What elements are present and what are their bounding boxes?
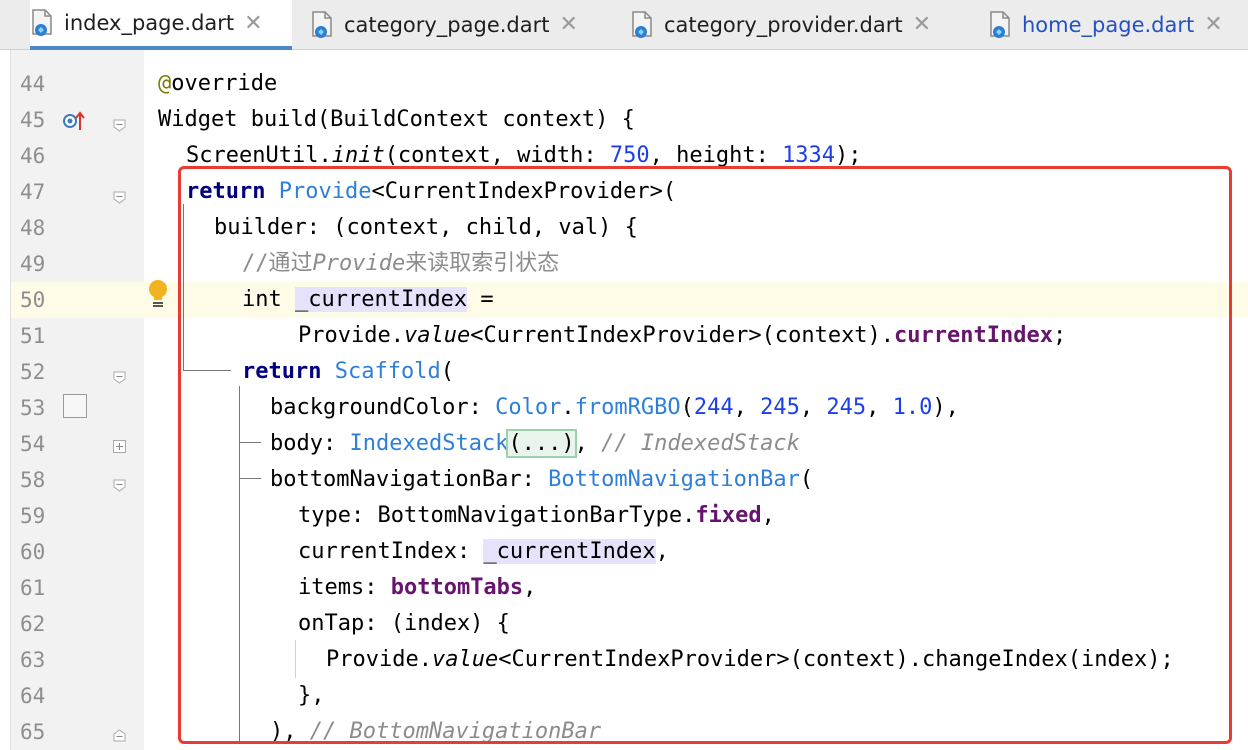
line-number: 49 — [20, 252, 46, 276]
line-number: 62 — [20, 612, 46, 636]
tab-category-provider[interactable]: category_provider.dart ✕ — [630, 0, 931, 49]
close-icon[interactable]: ✕ — [560, 12, 578, 37]
fold-icon[interactable] — [113, 117, 126, 132]
fold-icon[interactable] — [113, 438, 126, 453]
line-number: 59 — [20, 504, 46, 528]
line-number: 52 — [20, 360, 46, 384]
line-number: 50 — [20, 288, 46, 312]
fold-icon[interactable] — [113, 189, 126, 204]
tab-home-page[interactable]: home_page.dart ✕ — [988, 0, 1223, 49]
close-icon[interactable]: ✕ — [244, 11, 262, 36]
line-number: 61 — [20, 576, 46, 600]
fold-icon[interactable] — [113, 477, 126, 492]
tab-category-page[interactable]: category_page.dart ✕ — [310, 0, 578, 49]
dart-file-icon — [310, 10, 336, 40]
line-number: 46 — [20, 144, 46, 168]
dart-file-icon — [988, 10, 1014, 40]
line-number: 48 — [20, 216, 46, 240]
dart-file-icon — [30, 8, 56, 38]
tab-label: category_provider.dart — [664, 12, 903, 37]
highlight-annotation-box — [178, 166, 1232, 744]
dart-file-icon — [630, 10, 656, 40]
tab-label: category_page.dart — [344, 12, 550, 37]
override-marker-icon[interactable] — [62, 110, 86, 132]
lightbulb-icon[interactable] — [146, 278, 170, 308]
close-icon[interactable]: ✕ — [1204, 12, 1222, 37]
line-number: 54 — [20, 432, 46, 456]
fold-icon[interactable] — [113, 369, 126, 384]
line-number: 63 — [20, 648, 46, 672]
code-line-44[interactable]: @override — [158, 66, 277, 102]
line-number: 64 — [20, 684, 46, 708]
line-number: 51 — [20, 324, 46, 348]
tab-index-page[interactable]: index_page.dart ✕ — [30, 0, 292, 50]
line-number: 65 — [20, 720, 46, 744]
line-number: 47 — [20, 180, 46, 204]
tab-label: index_page.dart — [64, 11, 235, 35]
color-preview-swatch[interactable] — [63, 394, 87, 418]
line-number: 58 — [20, 468, 46, 492]
line-number: 44 — [20, 72, 46, 96]
line-number: 60 — [20, 540, 46, 564]
tab-label: home_page.dart — [1022, 12, 1195, 37]
fold-icon[interactable] — [113, 727, 126, 742]
code-line-45[interactable]: Widget build(BuildContext context) { — [158, 102, 635, 138]
close-icon[interactable]: ✕ — [913, 12, 931, 37]
editor-tab-bar: index_page.dart ✕ category_page.dart ✕ c… — [0, 0, 1248, 50]
left-tool-strip — [0, 50, 11, 750]
